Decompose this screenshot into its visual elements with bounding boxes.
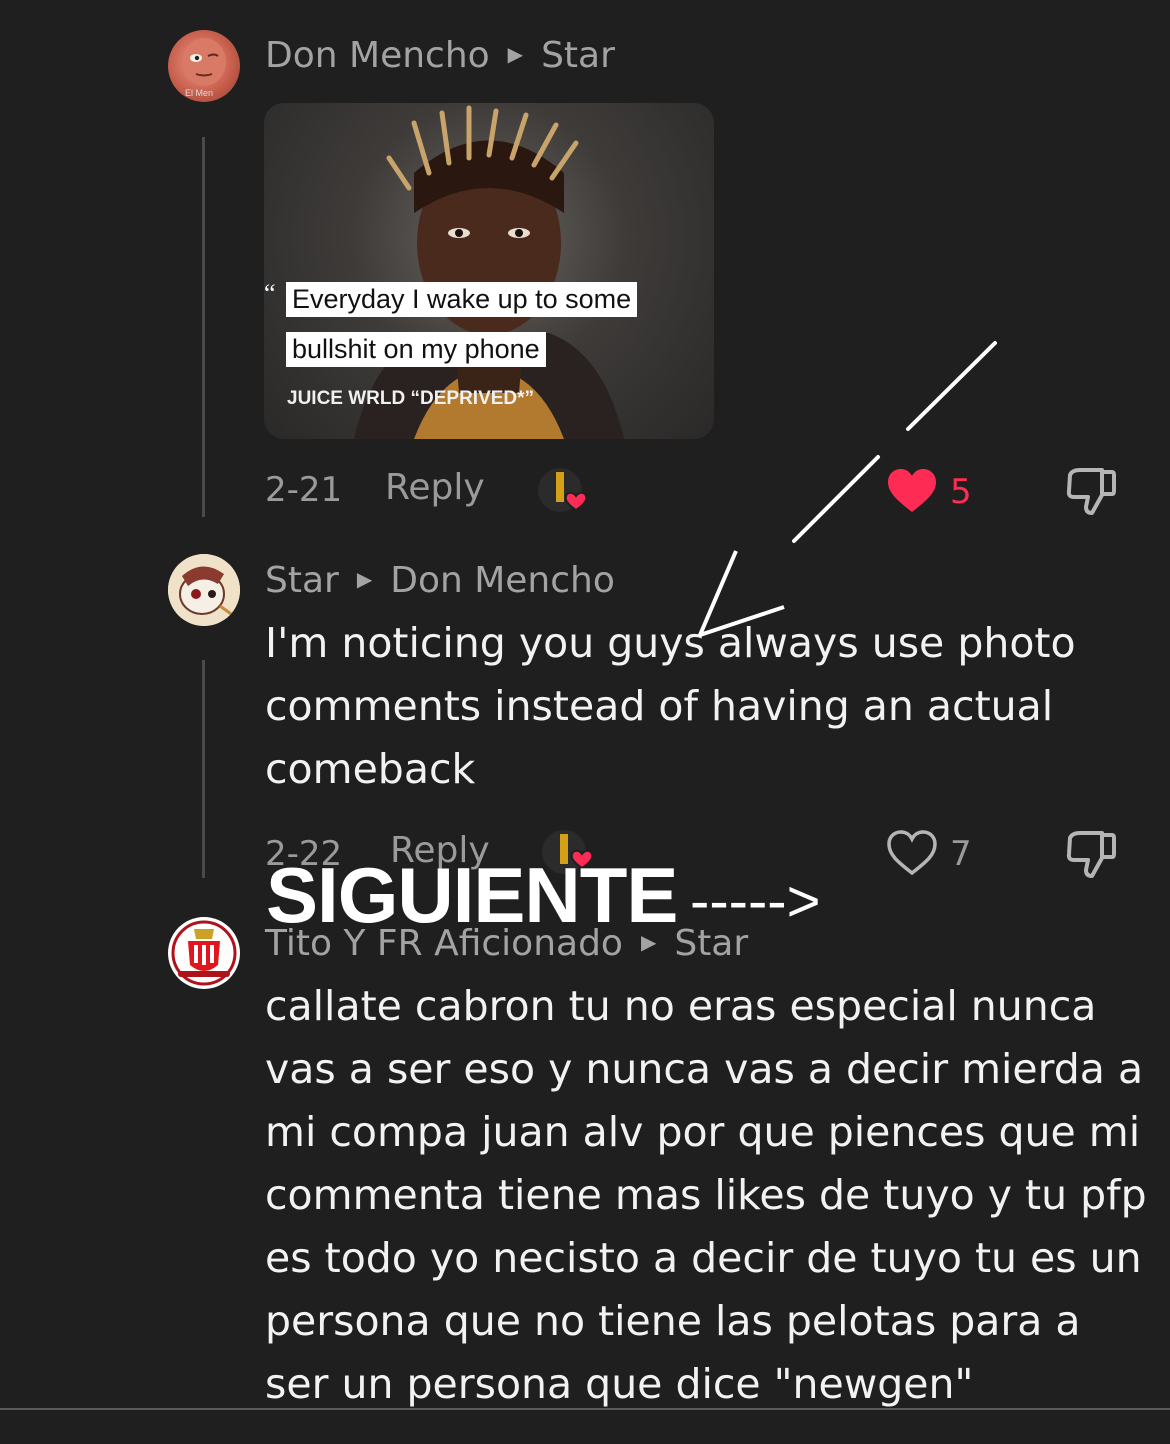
overlay-arrow-text: -----> — [690, 869, 821, 934]
reply-to-name[interactable]: Star — [541, 35, 615, 76]
author-name[interactable]: Star — [265, 560, 339, 601]
comment-thread: El Men Don Mencho ▶ Star “ Everyday I wake… — [0, 0, 1170, 1444]
drawn-arrow-annotation — [698, 341, 997, 637]
dislike-button[interactable] — [1066, 467, 1118, 521]
bottom-divider — [0, 1408, 1170, 1410]
reply-arrow-icon: ▶ — [356, 567, 373, 591]
photo-caption: JUICE WRLD “DEPRIVED*” — [287, 388, 535, 409]
heart-outline-icon — [887, 830, 937, 876]
quote-line-1: Everyday I wake up to some — [286, 282, 638, 317]
avatar-star[interactable] — [168, 554, 240, 626]
quote-line-2: bullshit on my phone — [286, 332, 546, 367]
reply-button[interactable]: Reply — [385, 467, 485, 508]
comment-text: callate cabron tu no eras especial nunca… — [265, 982, 1147, 1408]
thread-line — [202, 137, 205, 517]
reply-arrow-icon: ▶ — [507, 42, 524, 66]
club-crest-icon — [169, 918, 239, 988]
dislike-button[interactable] — [1066, 830, 1118, 884]
avatar-cartoon-icon — [168, 554, 240, 626]
thumbs-down-icon — [1066, 831, 1116, 878]
thread-line — [202, 660, 205, 878]
like-count: 7 — [950, 834, 972, 874]
avatar-caption: El Men — [185, 88, 214, 98]
overlay-siguiente-text: SIGUIENTE — [266, 851, 678, 939]
author-name[interactable]: Don Mencho — [265, 35, 490, 76]
avatar-tito[interactable] — [168, 917, 240, 989]
comment-date: 2-21 — [265, 470, 343, 510]
comment-header: Star ▶ Don Mencho — [265, 557, 615, 607]
reply-to-name[interactable]: Don Mencho — [390, 560, 615, 601]
thumbs-down-icon — [1066, 468, 1116, 515]
comment-header: Don Mencho ▶ Star — [265, 32, 615, 82]
like-button[interactable] — [886, 830, 938, 880]
quote-mark-icon: “ — [264, 279, 276, 308]
creator-avatar-heart-icon — [538, 468, 588, 512]
creator-liked-badge — [536, 466, 596, 522]
